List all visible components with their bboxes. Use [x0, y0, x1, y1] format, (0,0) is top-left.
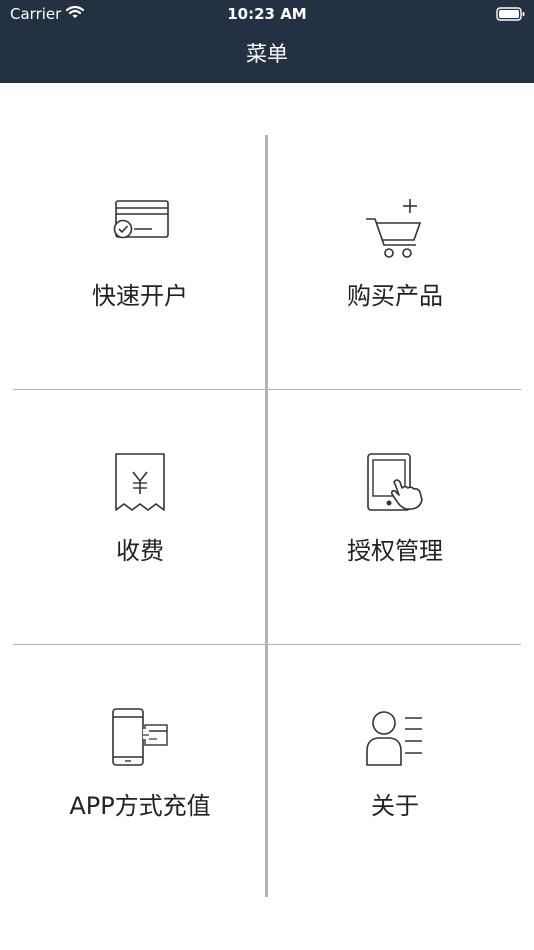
menu-grid: 快速开户 购买产品 收费 授权管理 APP方式充值 关于 — [0, 83, 534, 950]
menu-item-label: 收费 — [116, 537, 164, 565]
menu-item-buy-product[interactable]: 购买产品 — [268, 135, 522, 390]
menu-item-label: 购买产品 — [347, 282, 443, 310]
page-title: 菜单 — [246, 42, 288, 66]
menu-item-app-recharge[interactable]: APP方式充值 — [13, 645, 267, 900]
menu-item-authorization[interactable]: 授权管理 — [268, 390, 522, 645]
menu-item-about[interactable]: 关于 — [268, 645, 522, 900]
menu-item-label: 快速开户 — [92, 282, 188, 310]
tablet-touch-icon — [367, 453, 423, 511]
phone-card-icon — [112, 708, 168, 766]
menu-item-label: APP方式充值 — [69, 792, 211, 820]
receipt-yuan-icon — [115, 453, 165, 511]
menu-item-quick-account[interactable]: 快速开户 — [13, 135, 267, 390]
navigation-bar: 菜单 — [0, 28, 534, 83]
user-profile-icon — [366, 711, 422, 766]
clock: 10:23 AM — [227, 5, 307, 23]
card-check-icon — [113, 200, 169, 239]
menu-item-label: 关于 — [371, 792, 419, 820]
menu-item-label: 授权管理 — [347, 537, 443, 565]
status-bar: Carrier 10:23 AM — [0, 0, 534, 28]
battery-icon — [496, 7, 525, 21]
cart-add-icon — [366, 199, 422, 258]
menu-item-charge[interactable]: 收费 — [13, 390, 267, 645]
